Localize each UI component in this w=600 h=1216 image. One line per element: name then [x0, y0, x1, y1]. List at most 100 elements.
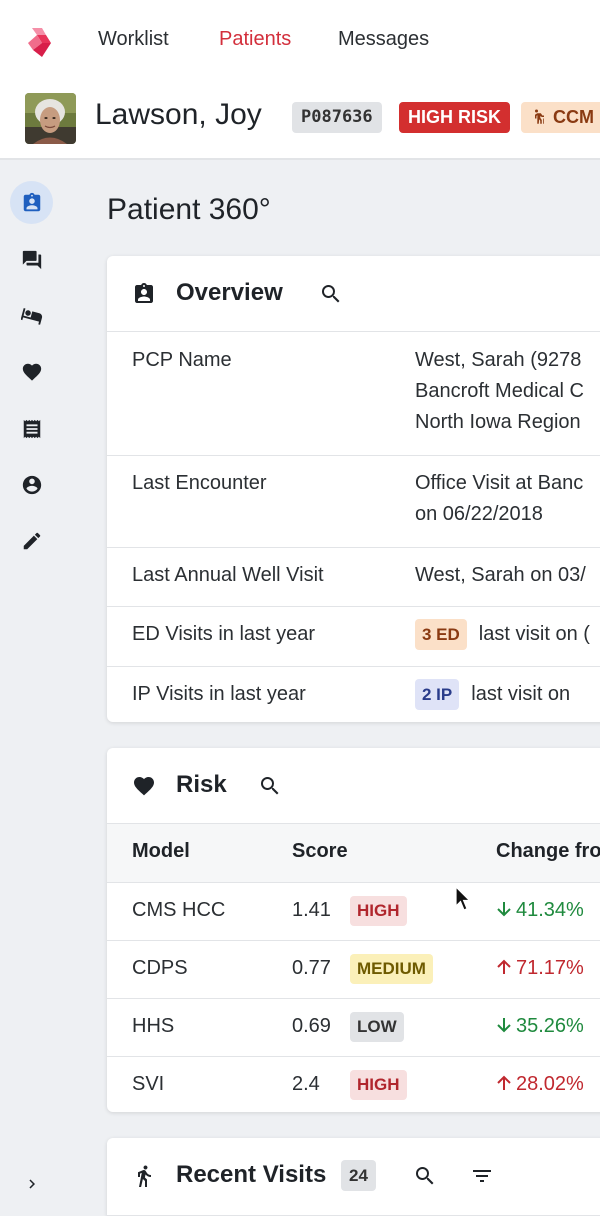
sidebar-notes[interactable] [10, 519, 53, 562]
patient-id-icon [23, 192, 40, 211]
ip-count-badge[interactable]: 2 IP [415, 679, 460, 710]
high-risk-badge: HIGH RISK [399, 102, 511, 133]
pcp-name-label: PCP Name [132, 349, 232, 371]
change-percent: 35.26% [516, 1015, 584, 1037]
sidebar-claims[interactable] [10, 407, 53, 450]
table-row: CMS HCC 1.41 HIGH 41.34% [107, 883, 600, 941]
page-title: Patient 360° [107, 193, 271, 226]
ed-visits-label: ED Visits in last year [132, 623, 316, 645]
risk-level-badge: HIGH [350, 1070, 407, 1100]
patient-name: Lawson, Joy [95, 98, 262, 131]
model-name: CDPS [132, 957, 188, 979]
column-header-model[interactable]: Model [132, 840, 190, 863]
overview-row-ip-visits: IP Visits in last year 2 IP last visit on [107, 667, 600, 722]
ip-last-visit-text: last visit on [471, 683, 571, 705]
overview-row-pcp: PCP Name West, Sarah (9278 Bancroft Medi… [107, 333, 600, 456]
score-value: 1.41 [292, 899, 331, 921]
table-row: HHS 0.69 LOW 35.26% [107, 999, 600, 1057]
sidebar-risk[interactable] [10, 350, 53, 393]
filter-icon[interactable] [470, 1164, 494, 1188]
last-encounter-line-2: on 06/22/2018 [415, 503, 543, 525]
change-percent: 28.02% [516, 1073, 584, 1095]
search-icon[interactable] [319, 282, 343, 306]
hospital-bed-icon [20, 307, 42, 325]
last-encounter-line-1: Office Visit at Banc [415, 472, 584, 494]
risk-card: Risk Model Score Change fro CMS HCC 1.41… [107, 748, 600, 1112]
arrow-down-icon [497, 902, 511, 917]
risk-table-header: Model Score Change fro [107, 824, 600, 883]
recent-visits-title: Recent Visits [176, 1161, 327, 1188]
walking-person-icon [138, 1165, 151, 1187]
column-header-change[interactable]: Change fro [496, 840, 600, 863]
risk-level-badge: MEDIUM [350, 954, 433, 984]
pcp-line-3: North Iowa Region [415, 411, 581, 433]
model-name: SVI [132, 1073, 165, 1095]
pcp-line-1[interactable]: West, Sarah (9278 [415, 345, 584, 376]
ccm-program-badge: CCM [521, 102, 600, 133]
model-name: HHS [132, 1015, 175, 1037]
awv-label: Last Annual Well Visit [132, 564, 324, 586]
risk-card-header: Risk [107, 748, 600, 824]
last-encounter-value: Office Visit at Banc on 06/22/2018 [415, 468, 583, 530]
nav-messages[interactable]: Messages [338, 28, 429, 51]
ip-visits-label: IP Visits in last year [132, 683, 306, 705]
search-icon[interactable] [413, 1164, 437, 1188]
change-value: 35.26% [496, 1015, 584, 1038]
change-value: 71.17% [496, 957, 584, 980]
overview-title: Overview [176, 279, 283, 306]
top-nav: Worklist Patients Messages [0, 0, 600, 80]
change-percent: 41.34% [516, 899, 584, 921]
ed-last-visit-text: last visit on ( [478, 623, 590, 645]
receipt-icon [23, 419, 40, 438]
awv-value: West, Sarah on 03/ [415, 560, 586, 591]
walker-icon [535, 109, 544, 124]
ed-visits-value: 3 ED last visit on ( [415, 619, 590, 650]
arrow-up-icon [497, 959, 511, 974]
change-value: 28.02% [496, 1073, 584, 1096]
table-row: SVI 2.4 HIGH 28.02% [107, 1057, 600, 1112]
sidebar-expand-button[interactable] [20, 1172, 44, 1196]
ccm-label: CCM [553, 107, 594, 127]
nav-worklist[interactable]: Worklist [98, 28, 169, 51]
column-header-score[interactable]: Score [292, 840, 348, 863]
mouse-cursor-icon [455, 886, 471, 911]
sidebar-messages[interactable] [10, 238, 53, 281]
overview-row-last-encounter: Last Encounter Office Visit at Banc on 0… [107, 456, 600, 548]
last-encounter-label: Last Encounter [132, 472, 267, 494]
chat-icon [22, 250, 41, 269]
recent-visits-card-header: Recent Visits 24 [107, 1138, 600, 1216]
risk-level-badge: HIGH [350, 896, 407, 926]
ip-visits-value: 2 IP last visit on [415, 679, 570, 710]
sidebar-patient-360[interactable] [10, 181, 53, 224]
nav-patients[interactable]: Patients [219, 28, 291, 51]
recent-visits-count-badge: 24 [341, 1160, 376, 1191]
overview-card: Overview PCP Name West, Sarah (9278 Banc… [107, 256, 600, 722]
score-value: 2.4 [292, 1073, 320, 1095]
app-logo[interactable] [24, 26, 54, 58]
overview-row-ed-visits: ED Visits in last year 3 ED last visit on… [107, 607, 600, 667]
change-percent: 71.17% [516, 957, 584, 979]
patient-avatar [25, 93, 76, 144]
score-value: 0.69 [292, 1015, 331, 1037]
heart-icon [22, 363, 41, 381]
risk-level-badge: LOW [350, 1012, 404, 1042]
pencil-icon [23, 532, 40, 549]
score-value: 0.77 [292, 957, 331, 979]
risk-title: Risk [176, 771, 227, 798]
awv-line-1: West, Sarah on 03/ [415, 564, 586, 586]
overview-row-awv: Last Annual Well Visit West, Sarah on 03… [107, 548, 600, 607]
search-icon[interactable] [258, 774, 282, 798]
arrow-down-icon [497, 1018, 511, 1033]
patient-header: Lawson, Joy P087636 HIGH RISK CCM [0, 80, 600, 160]
chevron-right-icon [29, 1179, 35, 1189]
pcp-name-value: West, Sarah (9278 Bancroft Medical C Nor… [415, 345, 584, 438]
change-value: 41.34% [496, 899, 584, 922]
ed-count-badge[interactable]: 3 ED [415, 619, 467, 650]
sidebar-inpatient[interactable] [10, 294, 53, 337]
sidebar-profile[interactable] [10, 463, 53, 506]
patient-id-badge: P087636 [292, 102, 382, 133]
heart-icon [134, 777, 154, 796]
account-circle-icon [22, 475, 41, 494]
model-name: CMS HCC [132, 899, 226, 921]
table-row: CDPS 0.77 MEDIUM 71.17% [107, 941, 600, 999]
